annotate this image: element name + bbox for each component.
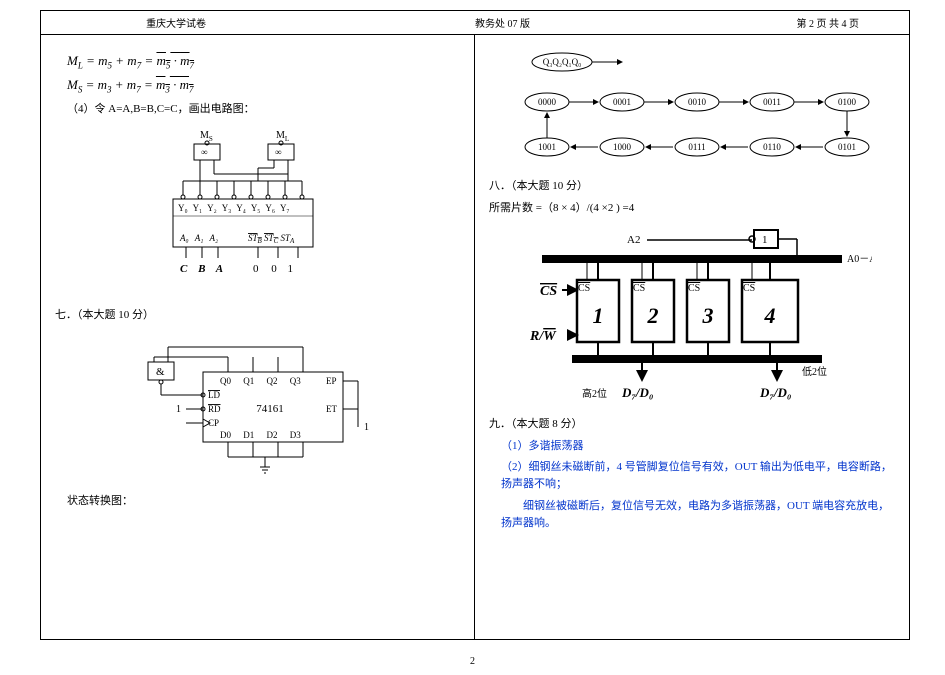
- pin-et: ET: [326, 404, 337, 414]
- a0-a1-label: A0－A1: [847, 254, 872, 265]
- chip2: 2: [647, 303, 659, 328]
- s1001: 1001: [538, 142, 556, 152]
- cs4: CS: [743, 283, 755, 294]
- pin-ld: LD: [208, 390, 220, 400]
- cs2: CS: [633, 283, 645, 294]
- chip-74161: 74161: [256, 403, 284, 415]
- pin-rd: RD: [208, 404, 221, 414]
- ml-dot: ·: [170, 53, 180, 68]
- counter-diagram: & 74161 Q0 Q1 Q2 Q3: [55, 332, 460, 482]
- chip4: 4: [764, 303, 776, 328]
- cs1: CS: [578, 283, 590, 294]
- a2-label: A2: [627, 234, 640, 246]
- s0100: 0100: [838, 97, 857, 107]
- rw-label: R/W: [529, 329, 557, 344]
- ml-var: M: [67, 53, 78, 68]
- s0101: 0101: [838, 142, 856, 152]
- d7d0-low: D₇/D₀: [759, 385, 791, 400]
- document-page: 重庆大学试卷 教务处 07 版 第 2 页 共 4 页 ML = m5 + m7…: [40, 10, 910, 640]
- section-8-title: 八．（本大题 10 分）: [489, 177, 895, 193]
- ms-plus: + m: [112, 77, 137, 92]
- cs3: CS: [688, 283, 700, 294]
- ms-bar2s: 7: [189, 84, 194, 94]
- chip1: 1: [593, 303, 604, 328]
- and-gate: &: [156, 366, 165, 378]
- ms-eq: = m: [82, 77, 107, 92]
- chip3: 3: [702, 303, 714, 328]
- nine-2a: （2）细钢丝未磁断前，4 号管脚复位信号有效，OUT 输出为低电平，电容断路，扬…: [501, 459, 895, 492]
- ms-bar2: m: [180, 77, 189, 92]
- start-state: Q₃Q₂Q₁Q₀: [543, 57, 582, 67]
- label-ml: ML: [276, 130, 289, 143]
- high-2bit: 高2位: [582, 387, 607, 400]
- s0110: 0110: [763, 142, 781, 152]
- s0001: 0001: [613, 97, 631, 107]
- inverter-1: 1: [762, 234, 768, 246]
- section-9-title: 九．（本大题 8 分）: [489, 415, 895, 431]
- q-row: Q0 Q1 Q2 Q3: [220, 376, 301, 386]
- ml-bar1: m: [156, 53, 165, 68]
- ml-eq2: =: [141, 53, 156, 68]
- ml-plus: + m: [112, 53, 137, 68]
- left-column: ML = m5 + m7 = m5 · m7 MS = m3 + m7 = m3…: [41, 35, 475, 639]
- addr-row: A₀ A₁ A₂: [179, 233, 218, 243]
- page-header: 重庆大学试卷 教务处 07 版 第 2 页 共 4 页: [41, 11, 909, 35]
- chip-count-calc: 所需片数 =（8 × 4）/(4 ×2 ) =4: [489, 199, 895, 215]
- ml-bar2s: 7: [190, 61, 195, 71]
- memory-diagram: A2 1 A0－A1 1 2: [489, 225, 895, 405]
- header-pad: [51, 15, 146, 30]
- d7d0-high: D₇/D₀: [621, 385, 653, 400]
- step-4-text: （4）令 A=A,B=B,C=C，画出电路图：: [67, 100, 460, 116]
- cs-big-label: CS: [540, 284, 557, 299]
- one-right: 1: [364, 422, 369, 433]
- ms-dot: ·: [170, 77, 180, 92]
- page-number: 2: [470, 656, 475, 667]
- decoder-diagram: MS ML ∞ ∞: [55, 126, 460, 296]
- bottom-cba: C B A: [180, 263, 223, 275]
- header-page-count: 第 2 页 共 4 页: [621, 15, 899, 30]
- ms-bar1: m: [156, 77, 165, 92]
- formula-ML: ML = m5 + m7 = m5 · m7: [67, 53, 460, 71]
- nine-1: （1）多谐振荡器: [501, 437, 895, 453]
- state-diagram: Q₃Q₂Q₁Q₀ 0000 0001 0010 0011: [489, 47, 895, 167]
- nand2-icon: ∞: [275, 147, 281, 157]
- st-row: STB STC STA: [248, 233, 295, 245]
- pin-ep: EP: [326, 376, 337, 386]
- y-row: Y₀ Y₁ Y₂ Y₃ Y₄ Y₅ Y₆ Y₇: [178, 203, 290, 213]
- nine-2b: 细钢丝被磁断后，复位信号无效，电路为多谐振荡器，OUT 端电容充放电，扬声器响。: [501, 498, 895, 531]
- ml-bar2: m: [180, 53, 189, 68]
- state-transition-label: 状态转换图：: [67, 492, 460, 508]
- s0111: 0111: [688, 142, 705, 152]
- header-center: 重庆大学试卷: [146, 15, 384, 30]
- section-7-title: 七．（本大题 10 分）: [55, 306, 460, 322]
- ml-eq: = m: [83, 53, 108, 68]
- one-left: 1: [176, 404, 181, 415]
- bottom-001: 0 0 1: [253, 263, 293, 275]
- s0000: 0000: [538, 97, 557, 107]
- header-class: 教务处 07 版: [384, 15, 622, 30]
- nand1-icon: ∞: [201, 147, 207, 157]
- ms-var: M: [67, 77, 78, 92]
- d-row: D0 D1 D2 D3: [220, 430, 301, 440]
- ms-eq2: =: [141, 77, 156, 92]
- s0011: 0011: [763, 97, 781, 107]
- right-column: Q₃Q₂Q₁Q₀ 0000 0001 0010 0011: [475, 35, 909, 639]
- s0010: 0010: [688, 97, 707, 107]
- content-area: ML = m5 + m7 = m5 · m7 MS = m3 + m7 = m3…: [41, 35, 909, 639]
- s1000: 1000: [613, 142, 632, 152]
- low-2bit: 低2位: [802, 365, 827, 378]
- formula-MS: MS = m3 + m7 = m3 · m7: [67, 77, 460, 95]
